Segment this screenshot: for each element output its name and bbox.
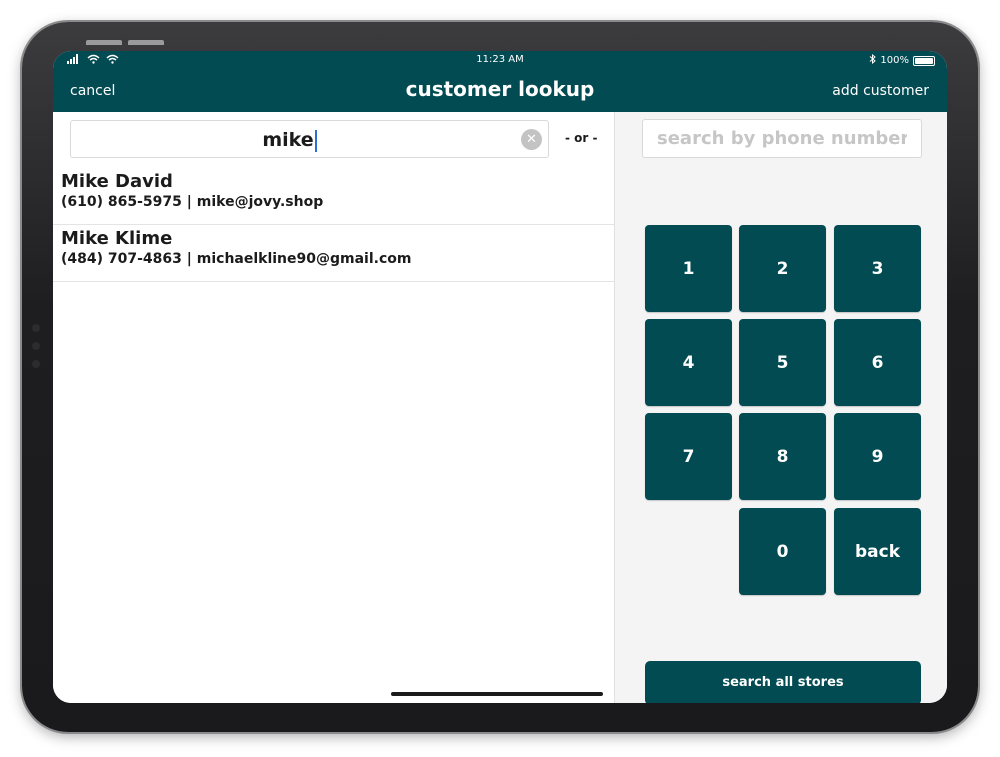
volume-button	[86, 40, 122, 45]
keypad-key-8[interactable]: 8	[739, 413, 826, 500]
keypad-key-2[interactable]: 2	[739, 225, 826, 312]
status-bar: 11:23 AM 100%	[53, 51, 947, 71]
customer-details: (484) 707-4863 | michaelkline90@gmail.co…	[61, 251, 412, 267]
status-right: 100%	[869, 53, 935, 67]
name-search-input[interactable]: mike ✕	[70, 120, 549, 158]
search-value: mike	[262, 129, 314, 151]
volume-button	[128, 40, 164, 45]
page-title: customer lookup	[405, 77, 595, 101]
keypad-back-button[interactable]: back	[834, 508, 921, 595]
keypad-key-9[interactable]: 9	[834, 413, 921, 500]
nav-bar: cancel customer lookup add customer	[53, 71, 947, 112]
clear-icon[interactable]: ✕	[521, 129, 542, 150]
side-sensor	[32, 324, 40, 332]
search-text: mike	[71, 129, 508, 152]
customer-row[interactable]: Mike Klime (484) 707-4863 | michaelkline…	[53, 225, 614, 282]
customer-row[interactable]: Mike David (610) 865-5975 | mike@jovy.sh…	[53, 168, 614, 225]
home-indicator[interactable]	[391, 692, 603, 696]
keypad-key-4[interactable]: 4	[645, 319, 732, 406]
customer-name: Mike David	[61, 171, 173, 192]
keypad-key-6[interactable]: 6	[834, 319, 921, 406]
side-sensor	[32, 360, 40, 368]
keypad-key-5[interactable]: 5	[739, 319, 826, 406]
keypad-key-3[interactable]: 3	[834, 225, 921, 312]
battery-level	[915, 57, 933, 64]
side-sensor	[32, 342, 40, 350]
battery-percent: 100%	[880, 55, 909, 66]
keypad-key-0[interactable]: 0	[739, 508, 826, 595]
text-caret	[314, 129, 317, 152]
add-customer-button[interactable]: add customer	[832, 83, 929, 99]
keypad-key-1[interactable]: 1	[645, 225, 732, 312]
customer-name: Mike Klime	[61, 228, 173, 249]
status-time: 11:23 AM	[476, 54, 524, 65]
screen: 11:23 AM 100% cancel customer lookup add…	[53, 51, 947, 703]
bluetooth-icon	[869, 53, 877, 67]
phone-search-input[interactable]	[642, 119, 922, 158]
search-all-stores-button[interactable]: search all stores	[645, 661, 921, 703]
or-separator: - or -	[565, 131, 598, 145]
phone-panel: 1 2 3 4 5 6 7 8 9 0 back search all stor…	[614, 112, 947, 703]
keypad-key-7[interactable]: 7	[645, 413, 732, 500]
battery-icon	[913, 55, 935, 66]
results-panel: mike ✕ - or - Mike David (610) 865-5975 …	[53, 112, 614, 703]
customer-details: (610) 865-5975 | mike@jovy.shop	[61, 194, 324, 210]
